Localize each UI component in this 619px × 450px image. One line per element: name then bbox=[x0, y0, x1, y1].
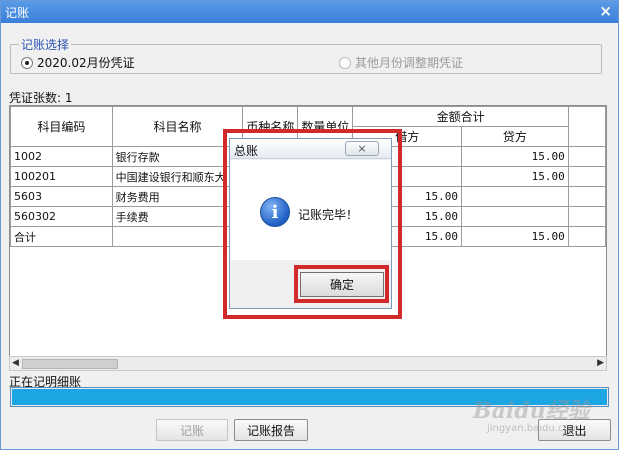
cell-name: 中国建设银行和顺东大 bbox=[111, 166, 244, 187]
window-close-icon[interactable]: × bbox=[599, 2, 612, 20]
scroll-left-icon[interactable]: ◀ bbox=[12, 358, 19, 368]
cell-extra bbox=[567, 166, 606, 187]
radio-current-month-label: 2020.02月份凭证 bbox=[37, 56, 135, 70]
cell-name: 银行存款 bbox=[111, 146, 244, 167]
cell-credit: 15.00 bbox=[461, 166, 569, 187]
cell-name: 财务费用 bbox=[111, 186, 244, 207]
dialog-title: 总账 bbox=[234, 144, 259, 158]
dialog-message: 记账完毕！ bbox=[298, 208, 359, 222]
header-code[interactable]: 科目编码 bbox=[10, 106, 113, 147]
cell-credit: 15.00 bbox=[461, 146, 569, 167]
dialog-ok-button[interactable]: 确定 bbox=[300, 272, 384, 297]
cell-code: 1002 bbox=[10, 146, 113, 167]
cell-extra bbox=[567, 186, 606, 207]
posting-progress-bar bbox=[10, 387, 609, 407]
progress-fill bbox=[12, 389, 607, 405]
cell-code: 合计 bbox=[10, 226, 113, 247]
grid-horizontal-scrollbar[interactable]: ◀ ▶ bbox=[9, 356, 607, 371]
cell-credit: 15.00 bbox=[461, 226, 569, 247]
voucher-count: 凭证张数: 1 bbox=[9, 91, 73, 105]
header-credit[interactable]: 贷方 bbox=[461, 126, 569, 147]
cell-credit bbox=[461, 206, 569, 227]
header-extra bbox=[567, 106, 606, 147]
cell-credit bbox=[461, 186, 569, 207]
info-icon: i bbox=[260, 197, 290, 227]
posting-window: 记账 × 记账选择 2020.02月份凭证 其他月份调整期凭证 凭证张数: 1 … bbox=[0, 0, 619, 450]
cell-extra bbox=[567, 146, 606, 167]
header-amount-total: 金额合计 bbox=[352, 106, 569, 127]
cell-name: 手续费 bbox=[111, 206, 244, 227]
cell-code: 5603 bbox=[10, 186, 113, 207]
cell-extra bbox=[567, 226, 606, 247]
cell-code: 560302 bbox=[10, 206, 113, 227]
period-selection-legend: 记账选择 bbox=[19, 36, 72, 53]
exit-button[interactable]: 退出 bbox=[538, 419, 611, 441]
radio-other-month-dot[interactable] bbox=[339, 56, 351, 69]
cell-code: 100201 bbox=[10, 166, 113, 187]
radio-other-month[interactable]: 其他月份调整期凭证 bbox=[339, 54, 463, 71]
cell-extra bbox=[567, 206, 606, 227]
posting-complete-dialog: 总账 × i 记账完毕！ 确定 bbox=[229, 138, 392, 309]
period-selection-group: 记账选择 2020.02月份凭证 其他月份调整期凭证 bbox=[10, 36, 602, 74]
radio-current-month[interactable]: 2020.02月份凭证 bbox=[21, 54, 135, 71]
window-titlebar: 记账 × bbox=[1, 1, 618, 23]
dialog-close-icon[interactable]: × bbox=[345, 141, 379, 156]
post-button[interactable]: 记账 bbox=[156, 419, 228, 441]
window-title: 记账 bbox=[5, 6, 30, 20]
dialog-body: i 记账完毕！ bbox=[230, 160, 391, 260]
radio-other-month-label: 其他月份调整期凭证 bbox=[355, 56, 464, 70]
header-name[interactable]: 科目名称 bbox=[111, 106, 244, 147]
scrollbar-thumb[interactable] bbox=[22, 359, 118, 369]
scroll-right-icon[interactable]: ▶ bbox=[597, 358, 604, 368]
radio-current-month-dot[interactable] bbox=[21, 56, 33, 69]
cell-name bbox=[111, 226, 244, 247]
posting-report-button[interactable]: 记账报告 bbox=[234, 419, 308, 441]
dialog-titlebar: 总账 × bbox=[230, 139, 391, 159]
